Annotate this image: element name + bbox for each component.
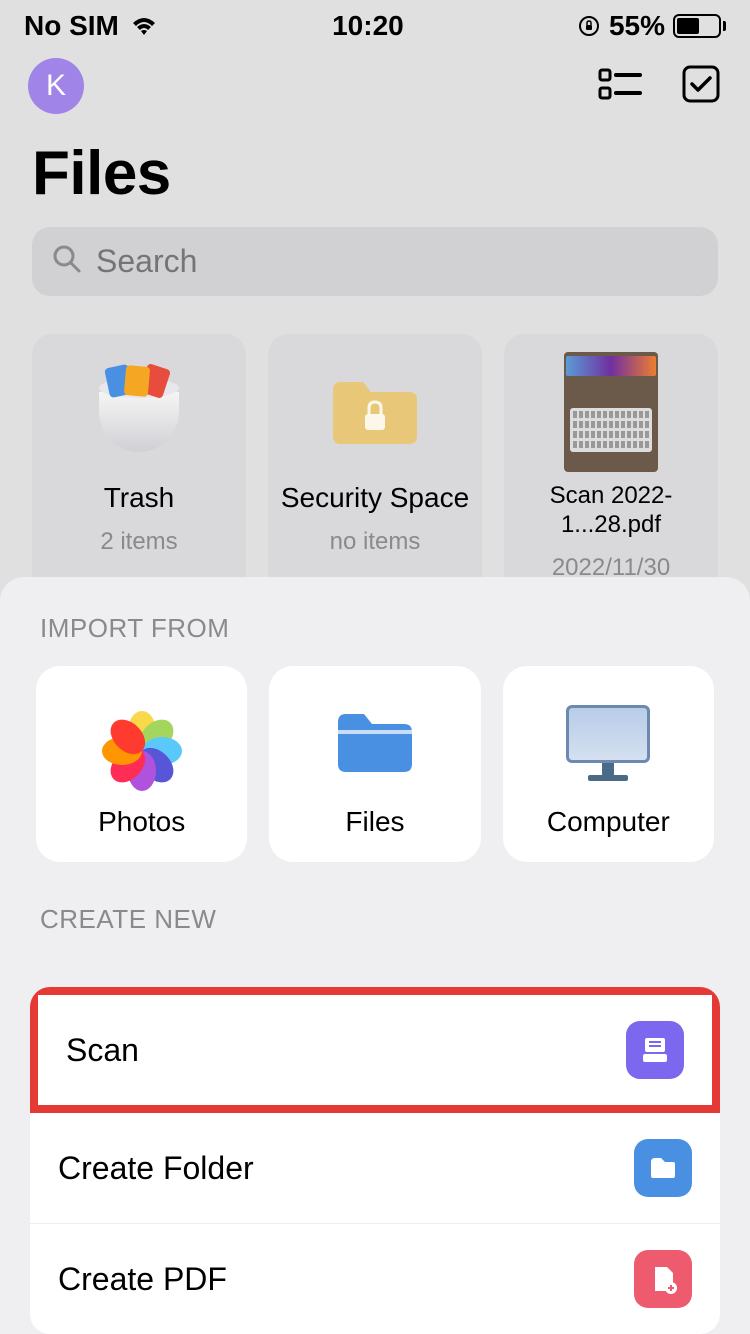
security-space-card[interactable]: Security Space no items (268, 334, 482, 604)
battery-pct: 55% (609, 10, 665, 42)
trash-card[interactable]: Trash 2 items (32, 334, 246, 604)
files-folder-icon (330, 698, 420, 788)
import-photos-button[interactable]: Photos (36, 666, 247, 862)
scanner-icon (626, 1021, 684, 1079)
avatar[interactable]: K (28, 58, 84, 114)
list-label: Create Folder (58, 1150, 254, 1187)
card-subtitle: 2 items (100, 528, 177, 556)
create-section-title: CREATE NEW (0, 904, 750, 957)
carrier-text: No SIM (24, 10, 119, 42)
search-icon (52, 244, 82, 279)
card-title: Security Space (281, 482, 469, 514)
import-computer-button[interactable]: Computer (503, 666, 714, 862)
select-icon[interactable] (680, 63, 722, 110)
pdf-thumbnail (556, 362, 666, 462)
create-pdf-button[interactable]: Create PDF (30, 1224, 720, 1334)
status-bar: No SIM 10:20 55% (0, 0, 750, 46)
import-label: Photos (98, 806, 185, 838)
file-grid: Trash 2 items Security Space no items Sc… (0, 296, 750, 604)
view-mode-icon[interactable] (598, 66, 642, 107)
create-folder-button[interactable]: Create Folder (30, 1113, 720, 1224)
photos-icon (97, 698, 187, 788)
orientation-lock-icon (577, 14, 601, 38)
battery-icon (673, 14, 726, 38)
action-sheet: IMPORT FROM Photos (0, 577, 750, 1334)
search-input[interactable] (96, 243, 698, 280)
list-label: Scan (66, 1032, 139, 1069)
search-box[interactable] (32, 227, 718, 296)
page-title: Files (0, 126, 750, 227)
scan-button[interactable]: Scan (30, 987, 720, 1113)
status-time: 10:20 (332, 10, 404, 42)
import-label: Computer (547, 806, 670, 838)
scan-pdf-card[interactable]: Scan 2022-1...28.pdf 2022/11/30 (504, 334, 718, 604)
trash-icon (84, 362, 194, 462)
list-label: Create PDF (58, 1261, 227, 1298)
wifi-icon (129, 15, 159, 37)
pdf-add-icon (634, 1250, 692, 1308)
header: K (0, 46, 750, 126)
import-files-button[interactable]: Files (269, 666, 480, 862)
import-section-title: IMPORT FROM (0, 613, 750, 666)
card-subtitle: no items (330, 528, 421, 556)
card-title: Trash (104, 482, 175, 514)
card-title: Scan 2022-1...28.pdf (516, 482, 706, 540)
computer-icon (563, 698, 653, 788)
import-label: Files (345, 806, 404, 838)
folder-icon (634, 1139, 692, 1197)
locked-folder-icon (320, 362, 430, 462)
